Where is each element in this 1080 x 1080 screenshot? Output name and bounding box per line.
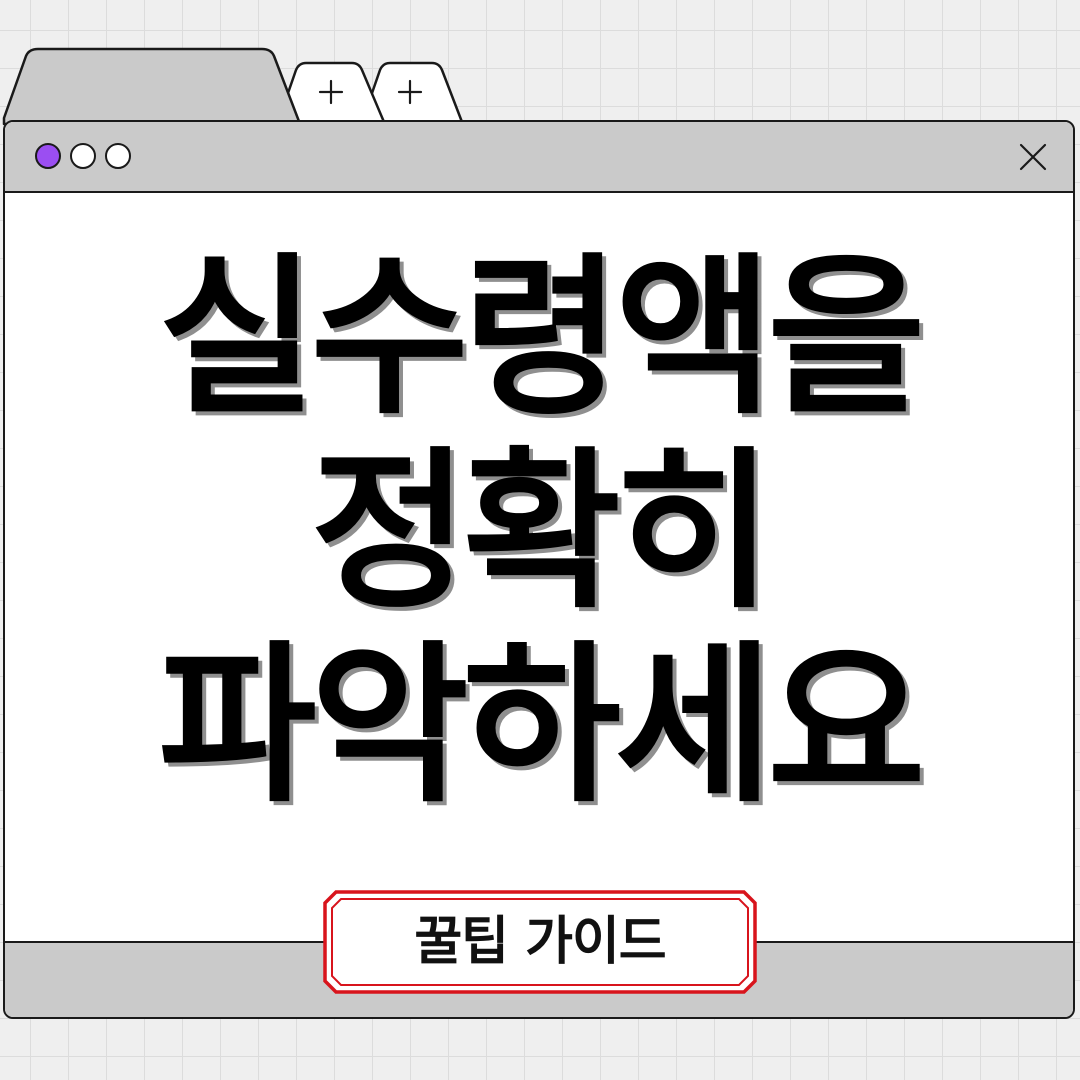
- active-tab[interactable]: [10, 50, 295, 122]
- window-titlebar: [5, 122, 1073, 193]
- headline-line-2: 정확히: [310, 431, 774, 632]
- badge-label: 꿀팁 가이드: [414, 912, 666, 972]
- headline-line-1: 실수령액을: [158, 237, 925, 438]
- window-dot-purple[interactable]: [35, 143, 61, 169]
- page-content: 실수령액을 정확히 파악하세요: [5, 193, 1073, 944]
- tip-guide-badge: 꿀팁 가이드: [322, 889, 758, 995]
- browser-window: 실수령액을 정확히 파악하세요: [3, 120, 1075, 1019]
- close-button[interactable]: [1019, 143, 1047, 171]
- window-dot-white-1[interactable]: [70, 143, 96, 169]
- new-tab-button-2[interactable]: [364, 64, 456, 122]
- headline-line-3: 파악하세요: [158, 625, 925, 826]
- window-dot-white-2[interactable]: [105, 143, 131, 169]
- new-tab-button-1[interactable]: [282, 64, 377, 122]
- headline: 실수령액을 정확히 파악하세요: [5, 241, 1073, 823]
- close-icon: [1019, 143, 1047, 171]
